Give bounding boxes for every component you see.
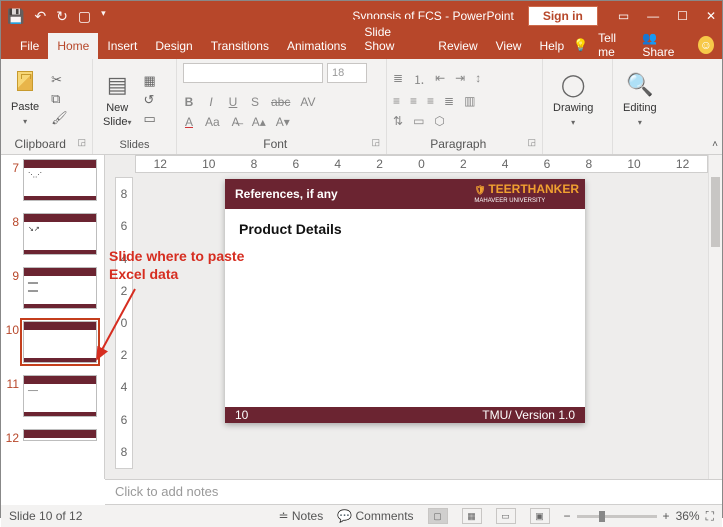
thumb-8[interactable]: ↘↗ — [23, 213, 97, 255]
annotation-text: Slide where to paste Excel data — [109, 247, 249, 283]
tell-me[interactable]: Tell me — [598, 31, 632, 59]
paste-button[interactable]: Paste▾ — [7, 69, 43, 129]
reset-icon[interactable]: ↺ — [143, 92, 155, 108]
drawing-button[interactable]: ◯Drawing▾ — [549, 70, 597, 130]
bold-icon[interactable]: B — [183, 95, 195, 109]
thumb-9[interactable]: ════ — [23, 267, 97, 309]
reading-view-icon[interactable]: ▭ — [496, 508, 516, 524]
tab-view[interactable]: View — [487, 33, 531, 59]
notes-pane[interactable]: Click to add notes — [105, 479, 722, 505]
tab-home[interactable]: Home — [48, 33, 98, 59]
grow-font-icon[interactable]: A▴ — [252, 115, 266, 129]
fit-to-window-icon[interactable]: ⛶ — [706, 509, 714, 524]
indent-inc-icon[interactable]: ⇥ — [455, 71, 465, 88]
zoom-in-icon[interactable]: + — [663, 509, 670, 523]
italic-icon[interactable]: I — [205, 95, 217, 109]
university-logo: 🛡 TEERTHANKERMAHAVEER UNIVERSITY — [474, 183, 579, 204]
thumb-12[interactable] — [23, 429, 97, 441]
ribbon-display-icon[interactable]: ▭ — [618, 9, 629, 23]
strike-icon[interactable]: abc — [271, 95, 290, 109]
font-label: Font — [263, 137, 287, 151]
zoom-slider[interactable] — [577, 515, 657, 518]
thumb-11[interactable]: ── — [23, 375, 97, 417]
maximize-icon[interactable]: ☐ — [677, 9, 688, 23]
bullets-icon[interactable]: ≣ — [393, 71, 403, 88]
close-icon[interactable]: ✕ — [706, 9, 716, 23]
clear-format-icon[interactable]: A̶ — [230, 115, 242, 129]
tab-design[interactable]: Design — [146, 33, 201, 59]
comments-toggle[interactable]: 💬 Comments — [337, 509, 413, 523]
save-icon[interactable]: 💾 — [7, 8, 24, 25]
tab-transitions[interactable]: Transitions — [202, 33, 278, 59]
tab-help[interactable]: Help — [530, 33, 573, 59]
justify-icon[interactable]: ≣ — [444, 94, 454, 108]
change-case-icon[interactable]: Aa — [205, 115, 220, 129]
lightbulb-icon[interactable]: 💡 — [573, 38, 588, 52]
minimize-icon[interactable]: — — [647, 9, 659, 23]
font-name-input[interactable] — [183, 63, 323, 83]
paragraph-dialog-icon[interactable]: ◲ — [527, 137, 536, 148]
tab-review[interactable]: Review — [429, 33, 486, 59]
notes-toggle[interactable]: ≐ Notes — [278, 509, 323, 523]
smartart-icon[interactable]: ⬡ — [434, 114, 444, 128]
slide-body[interactable]: Product Details — [225, 209, 585, 249]
zoom-percent[interactable]: 36% — [676, 509, 700, 523]
tab-file[interactable]: File — [11, 33, 48, 59]
zoom-out-icon[interactable]: − — [564, 509, 571, 523]
line-spacing-icon[interactable]: ↕ — [475, 71, 481, 88]
slide-canvas[interactable]: References, if any 🛡 TEERTHANKERMAHAVEER… — [225, 179, 585, 423]
tab-insert[interactable]: Insert — [98, 33, 146, 59]
underline-icon[interactable]: U — [227, 95, 239, 109]
slides-label: Slides — [99, 137, 170, 154]
slide-footer-right: TMU/ Version 1.0 — [482, 408, 575, 422]
copy-icon[interactable]: ⧉ — [51, 91, 68, 107]
indent-dec-icon[interactable]: ⇤ — [435, 71, 445, 88]
slide-thumbnails[interactable]: 7⋱⋰ 8↘↗ 9════ 10 11── 12 — [1, 155, 105, 479]
tab-slideshow[interactable]: Slide Show — [355, 19, 429, 59]
normal-view-icon[interactable]: ▢ — [428, 508, 448, 524]
redo-icon[interactable]: ↻ — [56, 8, 68, 25]
clipboard-label: Clipboard — [15, 137, 66, 151]
collapse-ribbon-icon[interactable]: ˄ — [712, 139, 718, 150]
section-icon[interactable]: ▭ — [143, 111, 155, 127]
start-from-beginning-icon[interactable]: ▢ — [78, 8, 91, 25]
font-size-input[interactable] — [327, 63, 367, 83]
cut-icon[interactable]: ✂ — [51, 72, 68, 88]
layout-icon[interactable]: ▦ — [143, 73, 155, 89]
spacing-icon[interactable]: AV — [300, 95, 315, 109]
status-slide: Slide 10 of 12 — [9, 509, 82, 523]
align-center-icon[interactable]: ≡ — [410, 94, 417, 108]
numbering-icon[interactable]: ⒈ — [413, 71, 425, 88]
thumb-7[interactable]: ⋱⋰ — [23, 159, 97, 201]
columns-icon[interactable]: ▥ — [464, 94, 475, 108]
shrink-font-icon[interactable]: A▾ — [276, 115, 290, 129]
paragraph-label: Paragraph — [430, 137, 486, 151]
share-button[interactable]: 👥 Share — [642, 31, 687, 59]
shadow-icon[interactable]: S — [249, 95, 261, 109]
format-painter-icon[interactable]: 🖌 — [51, 110, 68, 126]
qat-customize-icon[interactable]: ▾ — [101, 8, 106, 25]
slide-footer-left: 10 — [235, 408, 248, 422]
vertical-scrollbar[interactable] — [708, 155, 722, 479]
align-left-icon[interactable]: ≡ — [393, 94, 400, 108]
text-direction-icon[interactable]: ⇅ — [393, 114, 403, 128]
slideshow-view-icon[interactable]: ▣ — [530, 508, 550, 524]
horizontal-ruler: 12108642024681012 — [135, 155, 708, 173]
undo-icon[interactable]: ↶ — [34, 8, 46, 25]
feedback-icon[interactable]: ☺ — [698, 36, 714, 54]
sign-in-button[interactable]: Sign in — [528, 6, 598, 26]
font-color-icon[interactable]: A — [183, 115, 195, 129]
editing-button[interactable]: 🔍Editing▾ — [619, 70, 661, 130]
font-dialog-icon[interactable]: ◲ — [371, 137, 380, 148]
clipboard-dialog-icon[interactable]: ◲ — [77, 137, 86, 148]
tab-animations[interactable]: Animations — [278, 33, 355, 59]
slide-header: References, if any — [235, 187, 338, 201]
sorter-view-icon[interactable]: ▦ — [462, 508, 482, 524]
thumb-10[interactable] — [23, 321, 97, 363]
new-slide-button[interactable]: ▤ New Slide▾ — [99, 70, 135, 130]
align-right-icon[interactable]: ≡ — [427, 94, 434, 108]
align-text-icon[interactable]: ▭ — [413, 114, 424, 128]
